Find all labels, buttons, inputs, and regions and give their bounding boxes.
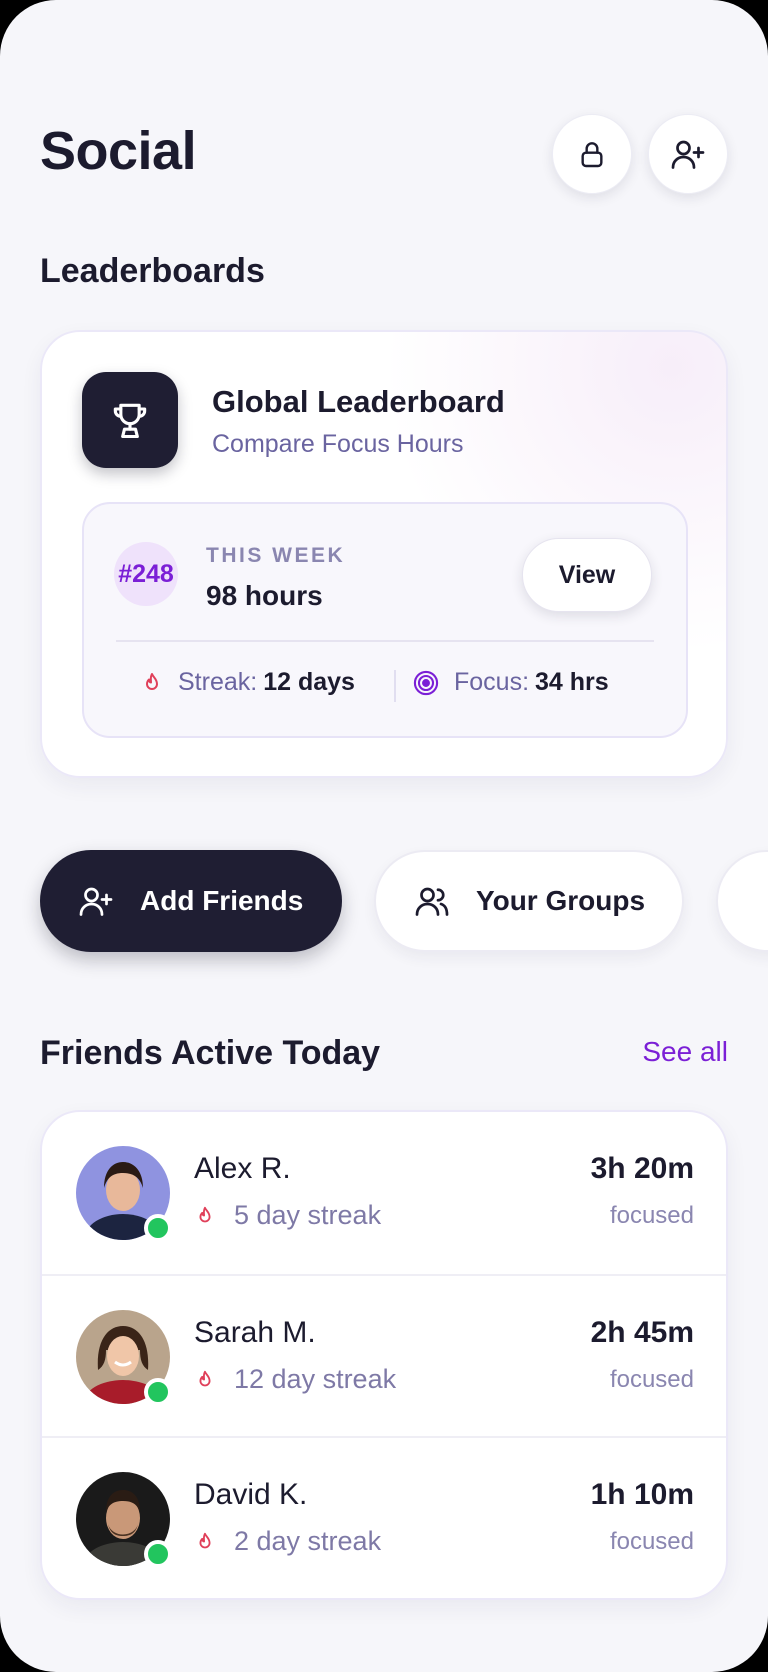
streak-value: 12 days bbox=[263, 668, 355, 696]
weekly-hours: 98 hours bbox=[206, 580, 323, 611]
focus-status: focused bbox=[609, 1528, 694, 1555]
target-icon bbox=[413, 670, 439, 695]
focus-time: 3h 20m bbox=[590, 1152, 694, 1185]
flame-icon bbox=[199, 1532, 211, 1548]
your-groups-label: Your Groups bbox=[476, 885, 646, 916]
focus-value: 34 hrs bbox=[535, 668, 609, 696]
streak-text: 12 day streak bbox=[234, 1364, 397, 1394]
period-label: THIS WEEK bbox=[206, 544, 346, 567]
stat-separator bbox=[394, 670, 396, 702]
online-indicator bbox=[144, 1540, 172, 1568]
streak-text: 5 day streak bbox=[234, 1200, 382, 1230]
focus-status: focused bbox=[609, 1366, 694, 1393]
more-action-button[interactable] bbox=[716, 850, 768, 952]
flame-icon bbox=[199, 1206, 211, 1222]
focus-time: 1h 10m bbox=[590, 1478, 694, 1511]
friend-name: Sarah M. bbox=[194, 1316, 316, 1349]
social-screen: Social Leaderboards Global Leaderboard C… bbox=[0, 0, 768, 1672]
friend-streak: 12 day streak bbox=[194, 1364, 396, 1395]
add-friends-label: Add Friends bbox=[140, 885, 304, 916]
rank-badge: #248 bbox=[114, 542, 178, 606]
online-indicator bbox=[144, 1378, 172, 1406]
focus-stat: Focus: 34 hrs bbox=[412, 668, 609, 697]
friend-streak: 5 day streak bbox=[194, 1200, 381, 1231]
focus-status: focused bbox=[609, 1202, 694, 1229]
online-indicator bbox=[144, 1214, 172, 1242]
weekly-stats-panel: #248 THIS WEEK 98 hours View Streak: 12 … bbox=[82, 502, 688, 738]
add-friends-button[interactable]: Add Friends bbox=[40, 850, 342, 952]
leaderboards-heading: Leaderboards bbox=[40, 252, 265, 290]
lock-button[interactable] bbox=[552, 114, 632, 194]
trophy-icon bbox=[113, 403, 147, 439]
friend-row[interactable]: David K. 2 day streak 1h 10m focused bbox=[42, 1436, 726, 1598]
leaderboard-title: Global Leaderboard bbox=[212, 384, 505, 419]
add-user-button[interactable] bbox=[648, 114, 728, 194]
your-groups-button[interactable]: Your Groups bbox=[374, 850, 684, 952]
friends-active-heading: Friends Active Today bbox=[40, 1034, 381, 1072]
users-icon bbox=[415, 887, 449, 916]
view-button[interactable]: View bbox=[522, 538, 652, 612]
friend-row[interactable]: Sarah M. 12 day streak 2h 45m focused bbox=[42, 1274, 726, 1436]
friend-name: David K. bbox=[194, 1478, 308, 1511]
user-plus-icon bbox=[79, 887, 113, 916]
trophy-badge bbox=[82, 372, 178, 468]
streak-stat: Streak: 12 days bbox=[140, 668, 355, 697]
streak-text: 2 day streak bbox=[234, 1526, 382, 1556]
friend-streak: 2 day streak bbox=[194, 1526, 381, 1557]
friends-list: Alex R. 5 day streak 3h 20m focused Sara… bbox=[40, 1110, 728, 1600]
flame-icon bbox=[199, 1370, 211, 1386]
lock-icon bbox=[581, 142, 603, 168]
user-plus-icon bbox=[671, 140, 705, 169]
focus-label: Focus: bbox=[454, 668, 530, 696]
global-leaderboard-card[interactable]: Global Leaderboard Compare Focus Hours #… bbox=[40, 330, 728, 778]
friend-name: Alex R. bbox=[194, 1152, 291, 1185]
friend-row[interactable]: Alex R. 5 day streak 3h 20m focused bbox=[42, 1112, 726, 1274]
see-all-link[interactable]: See all bbox=[642, 1036, 728, 1068]
page-title: Social bbox=[40, 121, 197, 181]
focus-time: 2h 45m bbox=[590, 1316, 694, 1349]
streak-label: Streak: bbox=[178, 668, 258, 696]
divider bbox=[116, 640, 654, 642]
flame-icon bbox=[146, 672, 158, 690]
leaderboard-subtitle: Compare Focus Hours bbox=[212, 430, 464, 458]
